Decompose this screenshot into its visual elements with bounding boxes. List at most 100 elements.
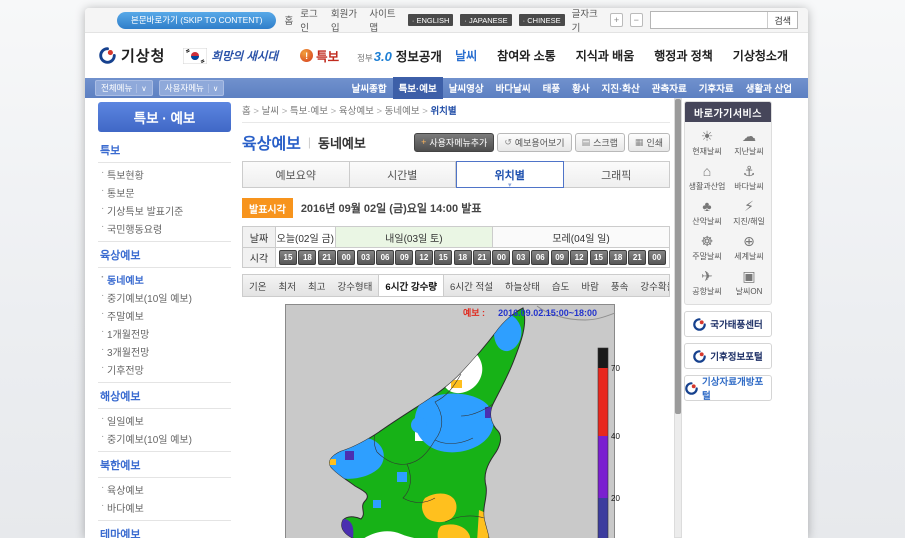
time-button[interactable]: 15 xyxy=(434,250,453,265)
quicklink-earthquake-tsunami[interactable]: ⚡ 지진/해일 xyxy=(728,195,770,230)
date-day-after[interactable]: 모레(04일 일) xyxy=(493,227,670,247)
home-link[interactable]: 홈 xyxy=(284,13,293,27)
element-tab-6h-snow[interactable]: 6시간 적설 xyxy=(444,275,499,296)
sidebar-section-special-report[interactable]: 특보 xyxy=(98,137,231,163)
gnb-forecast[interactable]: 특보·예보 xyxy=(392,77,443,99)
nav-policy[interactable]: 행정과 정책 xyxy=(654,47,713,64)
kma-logo[interactable]: 기상청 xyxy=(99,45,165,66)
special-report-link[interactable]: ! 특보 xyxy=(300,46,339,65)
crumb-forecast[interactable]: 특보·예보 xyxy=(290,106,339,117)
sitemap-link[interactable]: 사이트맵 xyxy=(369,8,401,34)
time-button[interactable]: 09 xyxy=(395,250,414,265)
sidebar-item-dongnae-forecast[interactable]: 동네예보 xyxy=(98,270,231,288)
time-button[interactable]: 03 xyxy=(511,250,530,265)
element-tab-wind-speed[interactable]: 풍속 xyxy=(605,275,634,296)
crumb-home[interactable]: 홈 xyxy=(242,106,262,117)
time-button[interactable]: 06 xyxy=(531,250,550,265)
sidebar-item[interactable]: 1개월전망 xyxy=(98,324,231,342)
font-increase-button[interactable]: + xyxy=(610,13,623,27)
element-tab-temperature[interactable]: 기온 xyxy=(243,275,272,296)
time-button[interactable]: 18 xyxy=(453,250,472,265)
gnb-weather-summary[interactable]: 날씨종합 xyxy=(346,77,393,99)
content-scrollbar[interactable] xyxy=(674,98,682,538)
time-button[interactable]: 21 xyxy=(473,250,492,265)
quicklink-sea-weather[interactable]: ⚓ 바다날씨 xyxy=(728,160,770,195)
time-button[interactable]: 00 xyxy=(337,250,356,265)
print-button[interactable]: ▦ 인쇄 xyxy=(627,132,670,152)
banner-climate-portal[interactable]: 기후정보포털 xyxy=(684,343,772,369)
time-button[interactable]: 15 xyxy=(279,250,297,265)
sidebar-item[interactable]: 기상특보 발표기준 xyxy=(98,201,231,219)
lang-chinese-link[interactable]: CHINESE xyxy=(518,14,565,26)
element-tab-precip-prob[interactable]: 강수확률 xyxy=(634,275,669,296)
nav-knowledge[interactable]: 지식과 배움 xyxy=(576,47,635,64)
all-menu-button[interactable]: 전체메뉴 ∨ xyxy=(95,80,153,96)
sidebar-item[interactable]: 3개월전망 xyxy=(98,342,231,360)
date-today[interactable]: 오늘(02일 금) xyxy=(276,227,336,247)
tab-hourly[interactable]: 시간별 xyxy=(349,161,456,188)
time-button[interactable]: 03 xyxy=(356,250,375,265)
gnb-life-industry[interactable]: 생활과 산업 xyxy=(740,77,798,99)
sidebar-item[interactable]: 특보현황 xyxy=(98,165,231,183)
skip-to-content-link[interactable]: 본문바로가기 (SKIP TO CONTENT) xyxy=(117,11,277,29)
scrollbar-thumb[interactable] xyxy=(675,99,681,415)
quicklink-weather-on[interactable]: ▣ 날씨ON xyxy=(728,265,770,300)
banner-typhoon-center[interactable]: 국가태풍센터 xyxy=(684,311,772,337)
element-tab-sky[interactable]: 하늘상태 xyxy=(499,275,546,296)
search-button[interactable]: 검색 xyxy=(767,12,797,28)
sidebar-section-nk-forecast[interactable]: 북한예보 xyxy=(98,452,231,478)
element-tab-max-temp[interactable]: 최고 xyxy=(302,275,331,296)
gov30-link[interactable]: 정부 3.0 정보공개 xyxy=(357,46,442,65)
element-tab-humidity[interactable]: 습도 xyxy=(546,275,575,296)
time-button[interactable]: 21 xyxy=(628,250,647,265)
quicklink-current-weather[interactable]: ☀ 현재날씨 xyxy=(686,125,728,160)
sidebar-section-theme-forecast[interactable]: 테마예보 xyxy=(98,521,231,538)
crumb-weather[interactable]: 날씨 xyxy=(262,106,290,117)
sidebar-item[interactable]: 기후전망 xyxy=(98,360,231,378)
lang-english-link[interactable]: ENGLISH xyxy=(407,14,454,26)
gnb-weather-video[interactable]: 날씨영상 xyxy=(443,77,490,99)
user-menu-button[interactable]: 사용자메뉴 ∨ xyxy=(158,80,225,96)
sidebar-item[interactable]: 중기예보(10일 예보) xyxy=(98,429,231,447)
element-tab-wind[interactable]: 바람 xyxy=(575,275,604,296)
gnb-earthquake[interactable]: 지진·화산 xyxy=(596,77,646,99)
forecast-glossary-button[interactable]: ↺ 예보용어보기 xyxy=(497,132,572,152)
time-button[interactable]: 18 xyxy=(608,250,627,265)
gnb-marine-weather[interactable]: 바다날씨 xyxy=(490,77,537,99)
tab-forecast-summary[interactable]: 예보요약 xyxy=(242,161,350,188)
add-user-menu-button[interactable]: + 사용자메뉴추가 xyxy=(414,132,495,152)
login-link[interactable]: 로그인 xyxy=(300,8,324,34)
sidebar-section-land-forecast[interactable]: 육상예보 xyxy=(98,242,231,268)
time-button[interactable]: 09 xyxy=(550,250,569,265)
nav-participation[interactable]: 참여와 소통 xyxy=(497,47,556,64)
tab-by-location[interactable]: 위치별 xyxy=(456,161,564,188)
date-tomorrow[interactable]: 내일(03일 토) xyxy=(335,227,494,247)
gnb-yellow-dust[interactable]: 황사 xyxy=(566,77,595,99)
sidebar-item[interactable]: 바다예보 xyxy=(98,498,231,516)
tab-graphic[interactable]: 그래픽 xyxy=(563,161,670,188)
time-button[interactable]: 18 xyxy=(298,250,317,265)
sidebar-section-sea-forecast[interactable]: 해상예보 xyxy=(98,383,231,409)
sidebar-item[interactable]: 육상예보 xyxy=(98,480,231,498)
time-button[interactable]: 06 xyxy=(376,250,395,265)
search-input[interactable] xyxy=(650,12,768,28)
quicklink-world-weather[interactable]: ⊕ 세계날씨 xyxy=(728,230,770,265)
time-button[interactable]: 12 xyxy=(414,250,433,265)
gnb-observation[interactable]: 관측자료 xyxy=(646,77,693,99)
precip-map[interactable]: 예보 : 2016.09.02.15:00~18:00 70 40 20 10 xyxy=(285,304,625,538)
sidebar-item[interactable]: 일일예보 xyxy=(98,411,231,429)
sidebar-item[interactable]: 국민행동요령 xyxy=(98,219,231,237)
sidebar-item[interactable]: 주말예보 xyxy=(98,306,231,324)
signup-link[interactable]: 회원가입 xyxy=(331,8,363,34)
sidebar-item[interactable]: 통보문 xyxy=(98,183,231,201)
sidebar-item[interactable]: 중기예보(10일 예보) xyxy=(98,288,231,306)
scrap-button[interactable]: ▤ 스크랩 xyxy=(574,132,625,152)
crumb-dongnae[interactable]: 동네예보 xyxy=(385,106,431,117)
time-button[interactable]: 15 xyxy=(589,250,608,265)
time-button[interactable]: 00 xyxy=(647,250,666,265)
crumb-land[interactable]: 육상예보 xyxy=(339,106,385,117)
element-tab-precip-type[interactable]: 강수형태 xyxy=(331,275,378,296)
nav-weather[interactable]: 날씨 xyxy=(455,47,477,64)
quicklink-weekend-weather[interactable]: ☸ 주말날씨 xyxy=(686,230,728,265)
element-tab-min-temp[interactable]: 최저 xyxy=(272,275,301,296)
